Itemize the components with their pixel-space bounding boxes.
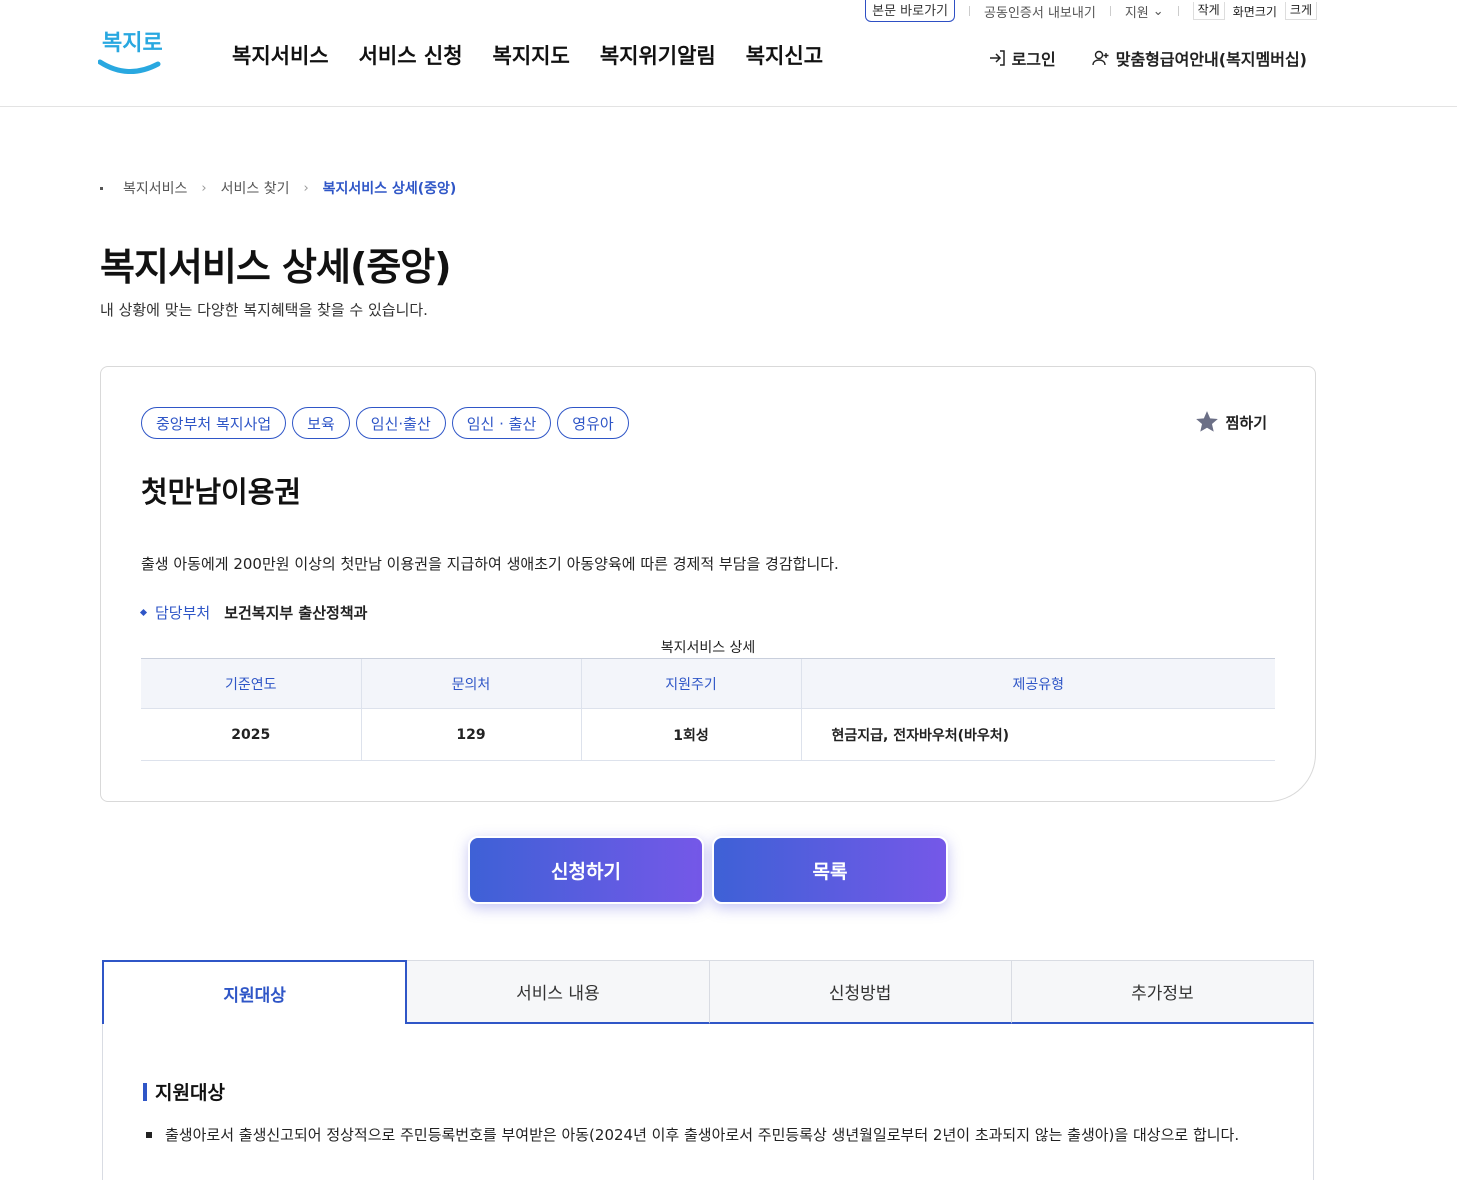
service-title: 첫만남이용권 — [141, 475, 302, 509]
font-large-button[interactable]: 크게 — [1284, 2, 1317, 20]
table-header: 지원주기 — [580, 658, 801, 709]
nav-service-apply[interactable]: 서비스 신청 — [359, 40, 463, 70]
star-icon — [1195, 411, 1218, 432]
tag[interactable]: 임신 · 출산 — [451, 407, 552, 439]
service-description: 출생 아동에게 200만원 이상의 첫만남 이용권을 지급하여 생애초기 아동양… — [141, 555, 839, 573]
diamond-bullet-icon — [139, 608, 148, 617]
table-header: 기준연도 — [141, 658, 361, 709]
logo-mark: 복지로 — [97, 31, 163, 75]
utility-bar: 본문 바로가기 공동인증서 내보내기 지원 ⌄ 작게 화면크기 크게 — [865, 0, 1317, 22]
favorite-label: 찜하기 — [1225, 413, 1267, 432]
table-cell: 129 — [360, 708, 581, 761]
chevron-right-icon: › — [201, 180, 207, 196]
tab-service-content[interactable]: 서비스 내용 — [407, 960, 710, 1024]
table-header: 제공유형 — [800, 658, 1275, 709]
department-info: 담당부처 보건복지부 출산정책과 — [139, 602, 368, 623]
divider — [969, 6, 971, 16]
favorite-button[interactable]: 찜하기 — [1194, 409, 1267, 435]
chevron-right-icon: › — [303, 180, 309, 196]
tag-list: 중앙부처 복지사업 보육 임신·출산 임신 · 출산 영유아 — [141, 407, 629, 439]
table-cell: 2025 — [141, 708, 361, 761]
nav-welfare-service[interactable]: 복지서비스 — [232, 40, 329, 70]
list-item-text: 출생아로서 출생신고되어 정상적으로 주민등록번호를 부여받은 아동(2024년… — [165, 1126, 1240, 1144]
divider — [1109, 6, 1111, 16]
breadcrumb-current: 복지서비스 상세(중앙) — [322, 181, 457, 197]
screen-size-label: 화면크기 — [1232, 4, 1277, 19]
tag[interactable]: 중앙부처 복지사업 — [141, 407, 287, 439]
breadcrumb: 복지서비스 › 서비스 찾기 › 복지서비스 상세(중앙) — [100, 178, 456, 198]
tag[interactable]: 보육 — [292, 407, 350, 439]
table-caption: 복지서비스 상세 — [660, 640, 756, 656]
page-title: 복지서비스 상세(중앙) — [100, 245, 452, 289]
svg-text:복지로: 복지로 — [102, 31, 162, 56]
login-link[interactable]: 로그인 — [988, 46, 1056, 70]
member-menu: 로그인 맞춤형급여안내(복지멤버십) — [988, 46, 1307, 70]
font-small-button[interactable]: 작게 — [1192, 2, 1225, 20]
membership-link[interactable]: 맞춤형급여안내(복지멤버십) — [1092, 46, 1307, 70]
language-select[interactable]: 지원 ⌄ — [1125, 2, 1164, 21]
tag[interactable]: 임신·출산 — [355, 407, 446, 439]
service-card: 중앙부처 복지사업 보육 임신·출산 임신 · 출산 영유아 찜하기 첫만남이용… — [100, 366, 1316, 802]
user-plus-icon — [1092, 50, 1109, 66]
divider — [1177, 6, 1179, 16]
language-label: 지원 — [1124, 5, 1149, 21]
login-label: 로그인 — [1011, 50, 1056, 69]
nav-crisis-alert[interactable]: 복지위기알림 — [600, 40, 716, 70]
table-cell: 현금지급, 전자바우처(바우처) — [800, 708, 1275, 761]
login-icon — [989, 50, 1005, 66]
square-bullet-icon — [146, 1132, 152, 1138]
table-header-row: 기준연도 문의처 지원주기 제공유형 — [141, 658, 1275, 709]
department-value: 보건복지부 출산정책과 — [224, 604, 368, 622]
breadcrumb-item[interactable]: 서비스 찾기 — [221, 178, 290, 198]
detail-tabs: 지원대상 서비스 내용 신청방법 추가정보 — [102, 960, 1314, 1024]
chevron-down-icon: ⌄ — [1152, 3, 1164, 19]
tab-eligibility[interactable]: 지원대상 — [102, 960, 408, 1024]
section-bar-icon — [143, 1082, 147, 1101]
home-dot-icon — [100, 186, 103, 190]
service-detail-table: 기준연도 문의처 지원주기 제공유형 2025 129 1회성 현금지급, 전자… — [141, 658, 1275, 761]
list-button[interactable]: 목록 — [712, 836, 948, 904]
table-cell: 1회성 — [580, 708, 801, 761]
table-header: 문의처 — [360, 658, 581, 709]
membership-label: 맞춤형급여안내(복지멤버십) — [1115, 50, 1307, 69]
tag[interactable]: 영유아 — [557, 407, 629, 439]
site-logo[interactable]: 복지로 — [97, 26, 163, 78]
cert-export-link[interactable]: 공동인증서 내보내기 — [984, 2, 1096, 21]
main-nav: 복지서비스 서비스 신청 복지지도 복지위기알림 복지신고 — [232, 40, 823, 70]
breadcrumb-item[interactable]: 복지서비스 — [123, 178, 187, 198]
tab-apply-method[interactable]: 신청방법 — [709, 960, 1012, 1024]
apply-button[interactable]: 신청하기 — [468, 836, 704, 904]
nav-welfare-map[interactable]: 복지지도 — [493, 40, 570, 70]
skip-to-content-link[interactable]: 본문 바로가기 — [865, 0, 956, 22]
list-item: 출생아로서 출생신고되어 정상적으로 주민등록번호를 부여받은 아동(2024년… — [146, 1122, 1245, 1148]
tab-additional-info[interactable]: 추가정보 — [1011, 960, 1314, 1024]
action-buttons: 신청하기 목록 — [468, 836, 948, 904]
section-title-label: 지원대상 — [155, 1082, 225, 1104]
nav-welfare-report[interactable]: 복지신고 — [746, 40, 823, 70]
department-label: 담당부처 — [155, 604, 211, 622]
section-title: 지원대상 — [143, 1078, 225, 1105]
tab-panel: 지원대상 출생아로서 출생신고되어 정상적으로 주민등록번호를 부여받은 아동(… — [102, 1024, 1314, 1180]
table-row: 2025 129 1회성 현금지급, 전자바우처(바우처) — [141, 708, 1275, 761]
page-description: 내 상황에 맞는 다양한 복지혜택을 찾을 수 있습니다. — [100, 301, 428, 319]
